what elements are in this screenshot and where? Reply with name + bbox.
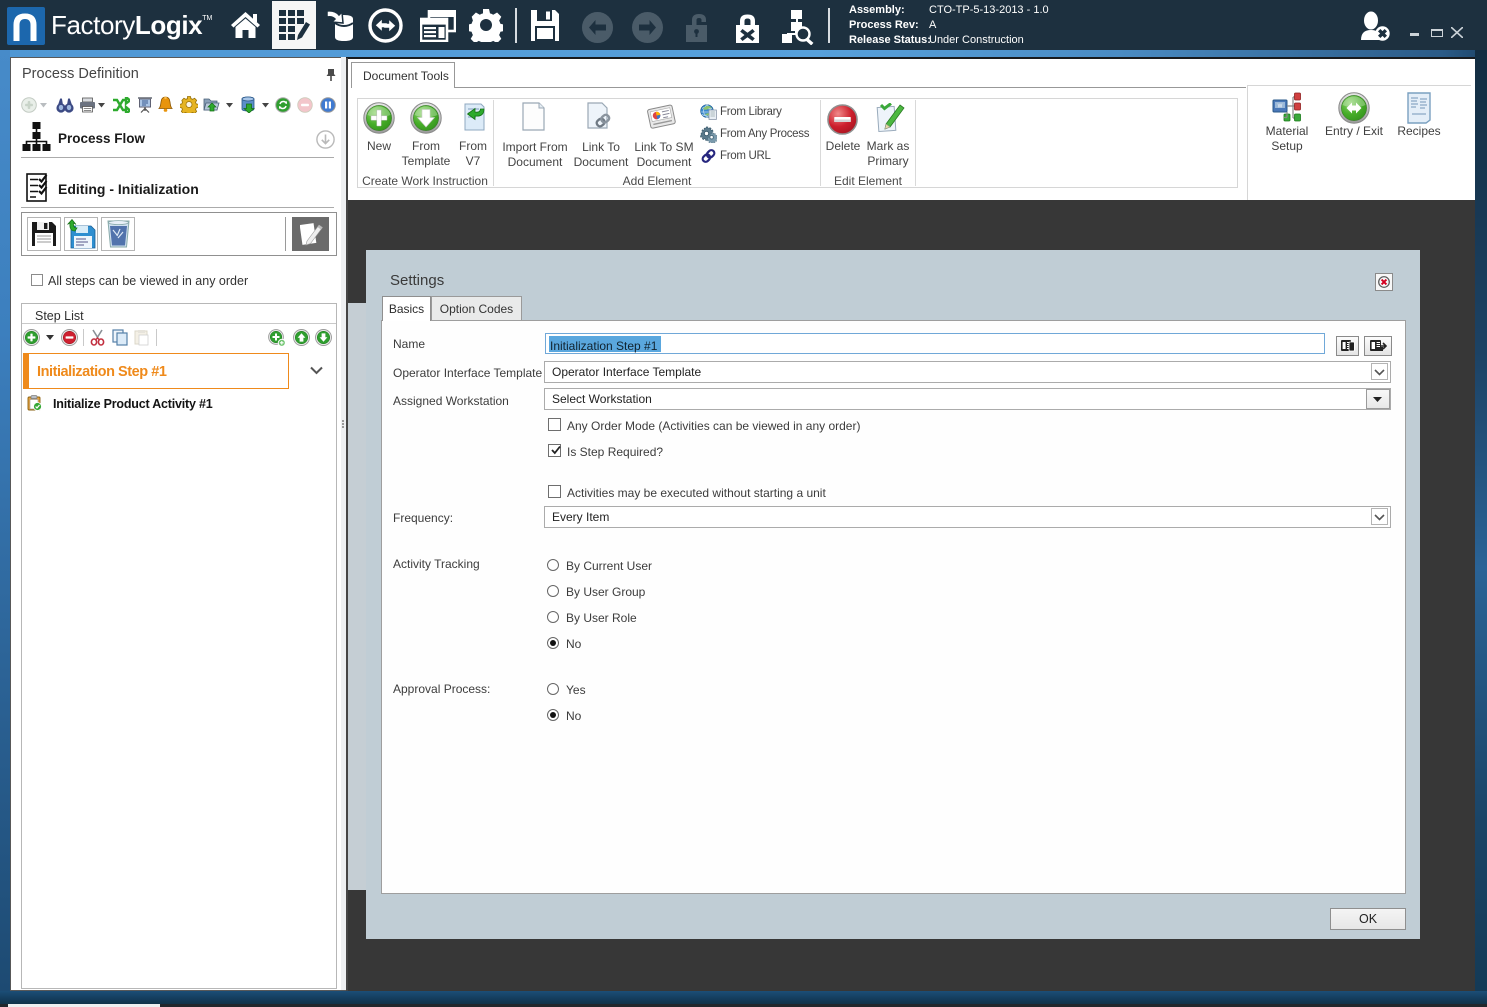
svg-text:W: W	[1278, 104, 1283, 110]
